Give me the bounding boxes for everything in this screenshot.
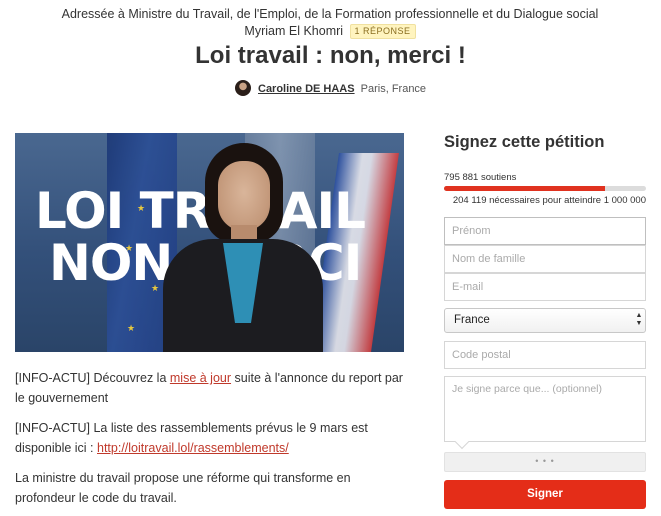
addressee-text: Adressée à Ministre du Travail, de l'Emp… <box>61 7 599 38</box>
signatures-needed: 204 119 nécessaires pour atteindre 1 000… <box>452 195 646 206</box>
author-name-link[interactable]: Caroline DE HAAS <box>258 83 355 95</box>
flag-star-icon: ★ <box>127 323 136 333</box>
sign-button[interactable]: Signer <box>444 480 646 509</box>
info-paragraph-update: [INFO-ACTU] Découvrez la mise à jour sui… <box>15 368 410 408</box>
portrait-face <box>218 161 270 231</box>
captcha-widget[interactable]: • • • <box>444 452 646 472</box>
signature-progress-fill <box>444 186 605 191</box>
reason-textarea[interactable]: Je signe parce que... (optionnel) <box>444 376 646 450</box>
petition-description: [INFO-ACTU] Découvrez la mise à jour sui… <box>15 368 410 516</box>
country-select[interactable]: France ▲ ▼ <box>444 308 646 333</box>
petition-hero-image: ★ ★ ★ ★ LOI TRAVAIL NON MERCI <box>15 133 404 352</box>
update-link[interactable]: mise à jour <box>170 371 231 385</box>
author-avatar[interactable] <box>234 80 251 96</box>
petition-title: Loi travail : non, merci ! <box>195 42 466 69</box>
postal-code-field[interactable]: Code postal <box>444 341 646 369</box>
email-field[interactable]: E-mail <box>444 273 646 301</box>
author-location: Paris, France <box>360 83 427 95</box>
reason-placeholder: Je signe parce que... (optionnel) <box>452 383 603 395</box>
signature-progress-bar <box>444 186 646 191</box>
country-value: France <box>454 314 490 326</box>
petition-author: Caroline DE HAAS Paris, France <box>0 80 661 97</box>
info-paragraph-rallies: [INFO-ACTU] La liste des rassemblements … <box>15 418 410 458</box>
sign-panel: Signez cette pétition 795 881 soutiens 2… <box>444 133 646 509</box>
firstname-field[interactable]: Prénom <box>444 217 646 245</box>
speech-bubble-tail <box>454 434 470 450</box>
select-arrows-icon: ▲ ▼ <box>635 312 643 327</box>
body-paragraph: La ministre du travail propose une réfor… <box>15 471 351 505</box>
supporters-count: 795 881 soutiens <box>444 172 517 183</box>
sign-panel-title: Signez cette pétition <box>444 133 605 151</box>
response-badge[interactable]: 1 RÉPONSE <box>349 24 416 39</box>
lastname-field[interactable]: Nom de famille <box>444 245 646 273</box>
minister-portrait <box>163 143 323 352</box>
rallies-link[interactable]: http://loitravail.lol/rassemblements/ <box>97 441 289 455</box>
petition-addressee: Adressée à Ministre du Travail, de l'Emp… <box>60 6 600 40</box>
info-text: [INFO-ACTU] Découvrez la <box>15 371 170 385</box>
